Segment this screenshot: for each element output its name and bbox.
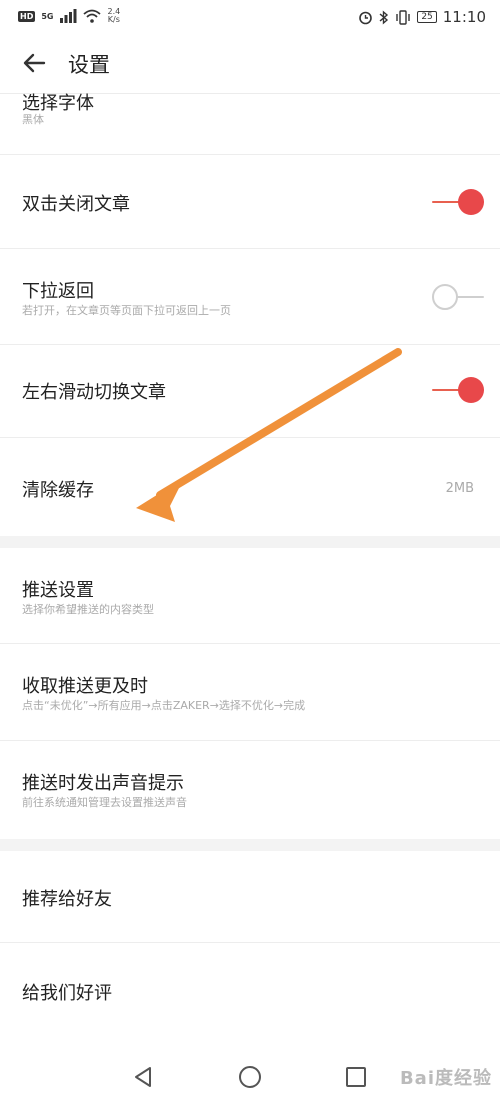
battery-indicator: 25	[417, 11, 437, 23]
status-time: 11:10	[442, 8, 486, 26]
setting-font-sub: 黑体	[22, 113, 44, 126]
hd-badge: HD	[18, 10, 36, 22]
setting-push-timely-label: 收取推送更及时	[22, 676, 148, 697]
page-title: 设置	[68, 53, 110, 77]
section-divider	[0, 536, 500, 548]
nav-recents-button[interactable]	[343, 1064, 369, 1090]
circle-home-icon	[239, 1066, 261, 1088]
wifi-icon	[83, 9, 102, 23]
net-rate: 2.4 K/s	[107, 8, 120, 24]
triangle-back-icon	[135, 1067, 151, 1087]
setting-push-sound-sub: 前往系统通知管理去设置推送声音	[22, 796, 187, 809]
setting-push-sound[interactable]: 推送时发出声音提示 前往系统通知管理去设置推送声音	[0, 741, 500, 839]
nav-home-button[interactable]	[237, 1064, 263, 1090]
setting-font[interactable]: 选择字体 黑体	[0, 93, 500, 155]
nav-back-button[interactable]	[130, 1064, 156, 1090]
cache-size-value: 2MB	[445, 481, 474, 496]
toggle-swipe-switch[interactable]	[432, 377, 484, 403]
arrow-left-icon	[23, 53, 46, 73]
setting-rate-us-label: 给我们好评	[22, 983, 112, 1004]
toggle-double-tap-close[interactable]	[432, 189, 484, 215]
toggle-knob	[432, 284, 458, 310]
alarm-icon	[359, 11, 373, 24]
setting-pull-down-back-sub: 若打开，在文章页等页面下拉可返回上一页	[22, 304, 231, 317]
setting-push-settings-label: 推送设置	[22, 580, 94, 601]
status-bar-left: HD 5G 2.4 K/s	[18, 8, 120, 24]
setting-clear-cache[interactable]: 清除缓存 2MB	[0, 438, 500, 536]
setting-double-tap-close-label: 双击关闭文章	[22, 194, 130, 215]
net-rate-unit: K/s	[107, 15, 120, 24]
signal-icon	[60, 9, 77, 23]
setting-rate-us[interactable]: 给我们好评	[0, 943, 500, 1040]
bluetooth-icon	[379, 9, 389, 25]
setting-pull-down-back[interactable]: 下拉返回 若打开，在文章页等页面下拉可返回上一页	[0, 249, 500, 345]
setting-swipe-switch[interactable]: 左右滑动切换文章	[0, 345, 500, 438]
status-bar-right: 25 11:10	[358, 8, 486, 26]
setting-push-timely-sub: 点击“未优化”→所有应用→点击ZAKER→选择不优化→完成	[22, 699, 306, 712]
back-button[interactable]	[20, 48, 50, 78]
section-divider	[0, 839, 500, 851]
vibrate-icon	[396, 9, 411, 25]
watermark: Bai度经验	[399, 1068, 492, 1089]
setting-double-tap-close[interactable]: 双击关闭文章	[0, 155, 500, 249]
status-bar: HD 5G 2.4 K/s 25 11:10	[0, 0, 500, 34]
square-recents-icon	[346, 1067, 366, 1087]
setting-push-settings-sub: 选择你希望推送的内容类型	[22, 603, 154, 616]
setting-push-settings[interactable]: 推送设置 选择你希望推送的内容类型	[0, 548, 500, 644]
app-header: 设置	[0, 34, 500, 94]
toggle-knob	[458, 189, 484, 215]
setting-swipe-switch-label: 左右滑动切换文章	[22, 382, 166, 403]
toggle-pull-down-back[interactable]	[432, 284, 484, 310]
network-type: 5G	[41, 11, 54, 21]
setting-recommend[interactable]: 推荐给好友	[0, 851, 500, 943]
toggle-knob	[458, 377, 484, 403]
setting-recommend-label: 推荐给好友	[22, 889, 112, 910]
setting-clear-cache-label: 清除缓存	[22, 480, 94, 501]
setting-pull-down-back-label: 下拉返回	[22, 281, 94, 302]
setting-push-timely[interactable]: 收取推送更及时 点击“未优化”→所有应用→点击ZAKER→选择不优化→完成	[0, 644, 500, 741]
setting-push-sound-label: 推送时发出声音提示	[22, 773, 184, 794]
